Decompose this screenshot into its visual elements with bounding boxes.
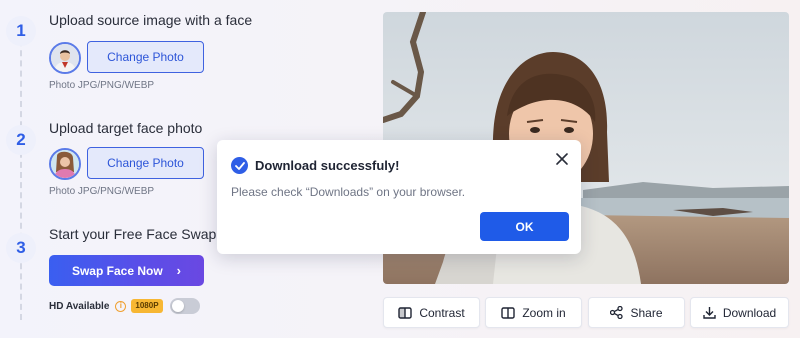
zoom-in-label: Zoom in (522, 305, 566, 320)
step-1-number: 1 (6, 16, 36, 46)
contrast-button[interactable]: Contrast (383, 297, 480, 328)
close-icon[interactable] (555, 152, 569, 166)
step-2-title: Upload target face photo (49, 120, 203, 136)
swap-face-label: Swap Face Now (71, 263, 163, 278)
zoom-in-button[interactable]: Zoom in (485, 297, 582, 328)
change-target-photo-button[interactable]: Change Photo (87, 147, 204, 179)
toggle-knob (171, 300, 184, 312)
dialog-title: Download successfuly! (255, 158, 400, 173)
step-3-number: 3 (6, 233, 36, 263)
contrast-label: Contrast (419, 305, 465, 320)
check-circle-icon (231, 157, 248, 174)
chevron-right-icon: › (176, 263, 182, 278)
target-format-hint: Photo JPG/PNG/WEBP (49, 186, 155, 197)
step-1-title: Upload source image with a face (49, 12, 253, 28)
info-icon[interactable]: i (115, 300, 127, 312)
contrast-icon (398, 306, 413, 319)
zoom-in-icon (501, 306, 516, 319)
download-success-dialog: Download successfuly! Please check “Down… (217, 140, 581, 254)
ok-button[interactable]: OK (480, 212, 569, 241)
photo-toolbar: Contrast Zoom in Share Download (383, 297, 789, 328)
source-face-thumbnail[interactable] (49, 42, 81, 74)
steps-connector (20, 30, 22, 320)
download-label: Download (722, 305, 777, 320)
download-icon (703, 307, 716, 319)
source-format-hint: Photo JPG/PNG/WEBP (49, 80, 155, 91)
swap-face-button[interactable]: Swap Face Now › (49, 255, 204, 286)
target-face-thumbnail[interactable] (49, 148, 81, 180)
share-button[interactable]: Share (588, 297, 685, 328)
step-3-title: Start your Free Face Swap (49, 226, 217, 242)
hd-row: HD Available i 1080P (49, 298, 200, 314)
share-label: Share (630, 305, 663, 320)
share-icon (610, 306, 624, 319)
resolution-badge: 1080P (131, 299, 163, 313)
hd-label: HD Available (49, 300, 110, 312)
download-button[interactable]: Download (690, 297, 789, 328)
step-2-number: 2 (6, 125, 36, 155)
change-source-photo-button[interactable]: Change Photo (87, 41, 204, 73)
hd-toggle[interactable] (169, 298, 200, 314)
dialog-message: Please check “Downloads” on your browser… (231, 185, 466, 199)
